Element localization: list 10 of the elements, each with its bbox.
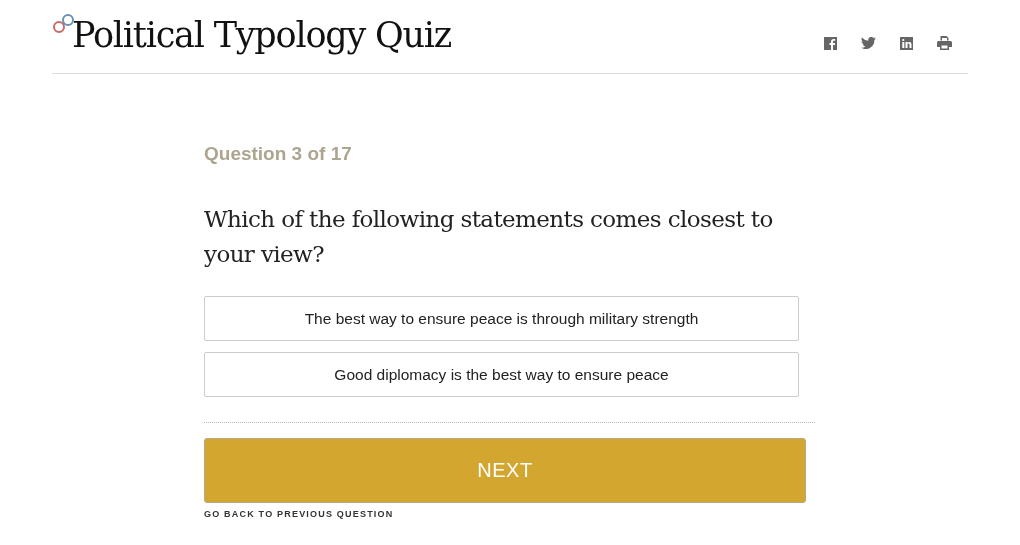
page-title: Political Typology Quiz [72,15,452,55]
answer-option[interactable]: The best way to ensure peace is through military strength [204,296,799,341]
linkedin-icon[interactable] [900,36,913,50]
bird-icon[interactable] [861,37,876,49]
answer-option[interactable]: Good diplomacy is the best way to ensure peace [204,352,799,397]
question-text: Which of the following statements comes closest to your view? [204,205,774,269]
print-icon[interactable] [937,36,952,50]
question-counter: Question 3 of 17 [204,144,353,164]
back-link[interactable]: GO BACK TO PREVIOUS QUESTION [204,509,394,519]
facebook-icon[interactable] [824,36,837,50]
